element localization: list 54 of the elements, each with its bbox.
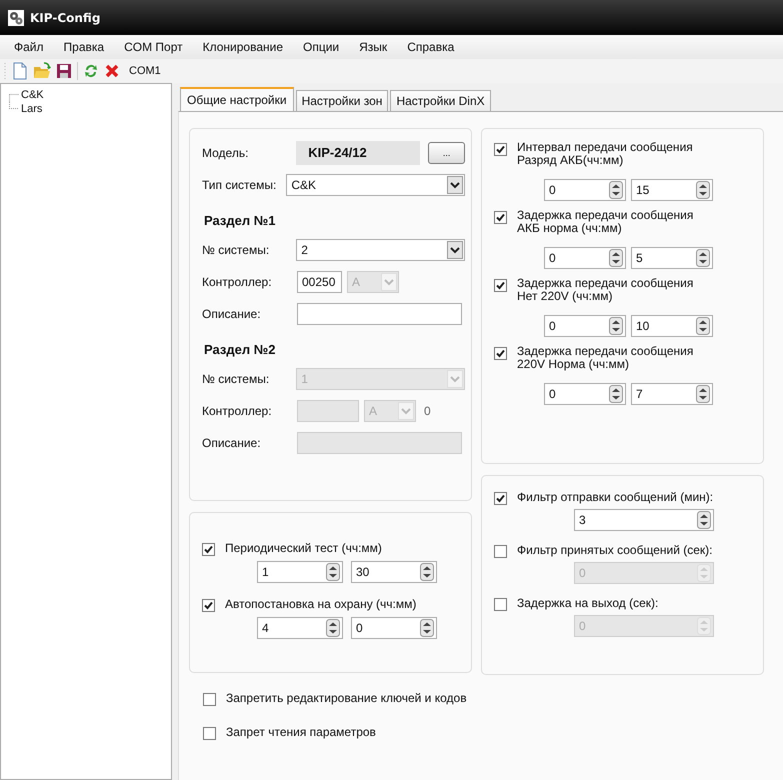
spin-field[interactable]: 10 [631,315,713,337]
tab[interactable]: Общие настройки [180,87,294,111]
spin-field[interactable]: 0 [544,179,626,201]
spin-field[interactable]: 15 [631,179,713,201]
checkbox-label: Периодический тест (чч:мм) [225,541,382,555]
menu-item[interactable]: Правка [54,40,114,54]
checkbox-label: Задержка передачи сообщения 220V Норма (чч:мм) [517,345,694,371]
field-label: Описание: [202,306,262,320]
port-label: COM1 [129,65,161,77]
spin-field[interactable]: 5 [631,247,713,269]
spin-field[interactable]: 7 [631,383,713,405]
field-label: Контроллер: [202,274,273,288]
checkbox-label: Автопостановка на охрану (чч:мм) [225,597,416,611]
tree-item[interactable]: C&K [21,89,44,101]
spin-field[interactable]: 1 [257,561,343,583]
menu-item[interactable]: Файл [4,40,54,54]
menu-item[interactable]: Опции [293,40,350,54]
tree-item[interactable]: Lars [21,103,42,115]
checkbox-label: Запретить редактирование ключей и кодов [226,691,467,705]
menu-item[interactable]: Язык [349,40,398,54]
checkbox-label: Интервал передачи сообщения Разряд АКБ(чч:мм) [517,141,693,167]
section-heading: Раздел №1 [203,212,276,230]
tab[interactable]: Настройки зон [296,90,388,111]
section-heading: Раздел №2 [203,341,276,359]
spin-field[interactable]: 0 [544,383,626,405]
spin-field[interactable]: 0 [351,617,437,639]
window-title: KIP-Config [30,10,100,24]
checkbox-label: Запрет чтения параметров [226,725,376,739]
tab[interactable]: Настройки DinX [390,90,491,111]
checkbox-label: Задержка передачи сообщения АКБ норма (чч:мм) [517,209,694,235]
checkbox-label: Фильтр отправки сообщений (мин): [517,490,714,504]
menu-item[interactable]: COM Порт [114,40,193,54]
checkbox-label: Задержка передачи сообщения Нет 220V (чч:мм) [517,277,694,303]
spin-field[interactable]: 4 [257,617,343,639]
browse-button[interactable]: ... [428,142,465,164]
spin-field[interactable]: 0 [544,247,626,269]
field-label: № системы: [202,242,270,256]
menu-item[interactable]: Справка [397,40,464,54]
model-field: KIP-24/12 [296,140,420,164]
dropdown[interactable]: C&K [286,174,465,196]
spin-field[interactable]: 3 [574,509,714,531]
field-label: Модель: [202,146,250,160]
text-field[interactable]: 00250 [297,270,342,292]
field-label: № системы: [202,372,270,386]
field-label: Тип системы: [202,178,278,192]
field-label: Контроллер: [202,404,273,418]
checkbox-label: Задержка на выход (сек): [517,596,658,610]
dropdown[interactable]: 2 [296,238,465,260]
spin-field[interactable]: 30 [351,561,437,583]
spin-field[interactable]: 0 [544,315,626,337]
field-label: Описание: [202,436,262,450]
value-text: 0 [424,404,431,418]
checkbox-label: Фильтр принятых сообщений (сек): [517,543,712,557]
menu-item[interactable]: Клонирование [192,40,294,54]
